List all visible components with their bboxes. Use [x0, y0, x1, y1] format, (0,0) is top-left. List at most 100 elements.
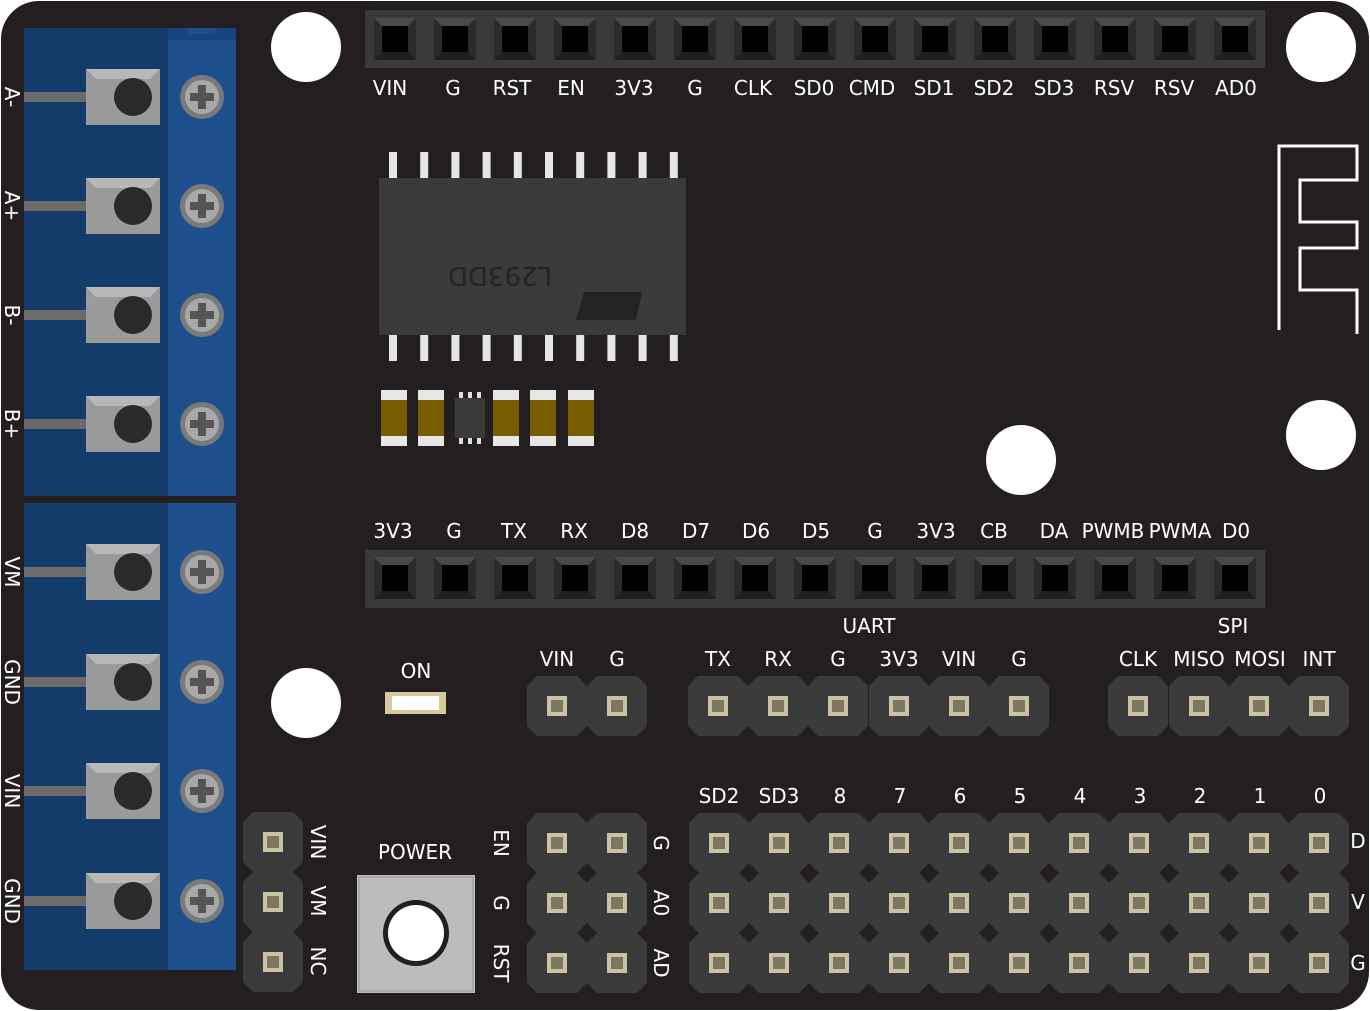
chip-leg [576, 335, 585, 361]
terminal-label: B- [0, 305, 24, 326]
header-pin [989, 933, 1049, 993]
chip-leg [451, 335, 460, 361]
header-socket [554, 557, 596, 599]
wire-hole-icon [114, 553, 152, 591]
wire-hole-icon [114, 78, 152, 116]
pin-label: A0 [649, 890, 673, 916]
header-socket [1214, 557, 1256, 599]
header-pin [243, 872, 303, 932]
header-pin [587, 873, 647, 933]
header-pin [749, 933, 809, 993]
chip-leg [389, 335, 397, 361]
header-socket [614, 18, 656, 60]
pin-label: D5 [802, 519, 830, 543]
header-pin [1049, 873, 1109, 933]
header-socket [494, 18, 536, 60]
terminal-label: VM [0, 557, 24, 588]
column-label: SD3 [759, 784, 800, 808]
pin-label: CLK [1119, 647, 1158, 671]
pin-label: G [830, 647, 846, 671]
st-logo-icon [576, 292, 642, 320]
pin-label: MOSI [1234, 647, 1286, 671]
chip-leg [451, 152, 460, 178]
column-label: SD2 [699, 784, 740, 808]
wire-icon [24, 786, 86, 796]
column-label: 3 [1134, 784, 1147, 808]
header-socket [734, 557, 776, 599]
pin-label: G [1011, 647, 1027, 671]
header-pin [749, 813, 809, 873]
pin-label: AD0 [1215, 76, 1257, 100]
header-pin [689, 873, 749, 933]
header-pin [1169, 933, 1229, 993]
pin-label: G [445, 76, 461, 100]
mounting-hole [1286, 12, 1356, 82]
header-pin [527, 813, 587, 873]
en-g-rst-block [527, 813, 647, 993]
pin-label: D6 [742, 519, 770, 543]
header-pin [689, 813, 749, 873]
pin-label: G [867, 519, 883, 543]
wire-icon [24, 310, 86, 320]
header-pin [527, 933, 587, 993]
pin-label: SD3 [1034, 76, 1075, 100]
header-pin [1169, 676, 1229, 736]
pin-label: VIN [373, 76, 408, 100]
pin-label: PWMA [1149, 519, 1212, 543]
pin-label: CLK [734, 76, 773, 100]
pin-label: VIN [306, 825, 330, 860]
header-socket [1094, 18, 1136, 60]
chip-leg [513, 152, 522, 178]
motor-shield-board: VIN G RST EN 3V3 G CLK SD0 CMD SD1 SD2 S… [0, 1, 1369, 1010]
header-pin [1229, 873, 1289, 933]
capacitor [568, 390, 594, 446]
pin-label: G [609, 647, 625, 671]
header-pin [1229, 933, 1289, 993]
pin-label: RSV [1154, 76, 1195, 100]
pin-label: EN [489, 829, 513, 857]
chip-leg [482, 152, 491, 178]
small-block-left-labels: EN G RST [489, 829, 513, 983]
header-pin [587, 933, 647, 993]
header-pin [243, 812, 303, 872]
header-pin [1289, 676, 1349, 736]
header-socket [1034, 18, 1076, 60]
header-pin [1049, 813, 1109, 873]
pin-label: RX [560, 519, 588, 543]
header-socket [854, 18, 896, 60]
terminal-label: VIN [0, 774, 24, 809]
small-ic [455, 392, 485, 444]
capacitor [493, 390, 519, 446]
header-pin [1109, 933, 1169, 993]
wire-hole-icon [114, 882, 152, 920]
header-socket [794, 557, 836, 599]
pin-label: D8 [621, 519, 649, 543]
power-button[interactable] [357, 875, 475, 993]
column-label: 1 [1254, 784, 1267, 808]
header-pin [1109, 873, 1169, 933]
terminal-label: A- [0, 87, 24, 107]
gpio-grid [689, 813, 1349, 993]
chip-leg [545, 152, 553, 178]
header-pin [689, 933, 749, 993]
power-button-label: POWER [378, 840, 452, 864]
terminal-label: B+ [0, 409, 24, 439]
pin-label: 3V3 [373, 519, 412, 543]
chip-leg [607, 335, 616, 361]
capacitor [418, 390, 444, 446]
pin-label: SD2 [974, 76, 1015, 100]
header-pin [1108, 676, 1168, 736]
header-pin [1289, 813, 1349, 873]
pin-label: RST [493, 76, 533, 100]
header-pin [869, 676, 929, 736]
header-pin [929, 813, 989, 873]
header-pin [808, 676, 868, 736]
chip-leg [669, 335, 678, 361]
pin-label: VM [306, 886, 330, 917]
header-socket [854, 557, 896, 599]
header-socket [1214, 18, 1256, 60]
chip-leg [669, 152, 678, 178]
header-socket [674, 18, 716, 60]
chip-leg [607, 152, 616, 178]
header-socket [1034, 557, 1076, 599]
